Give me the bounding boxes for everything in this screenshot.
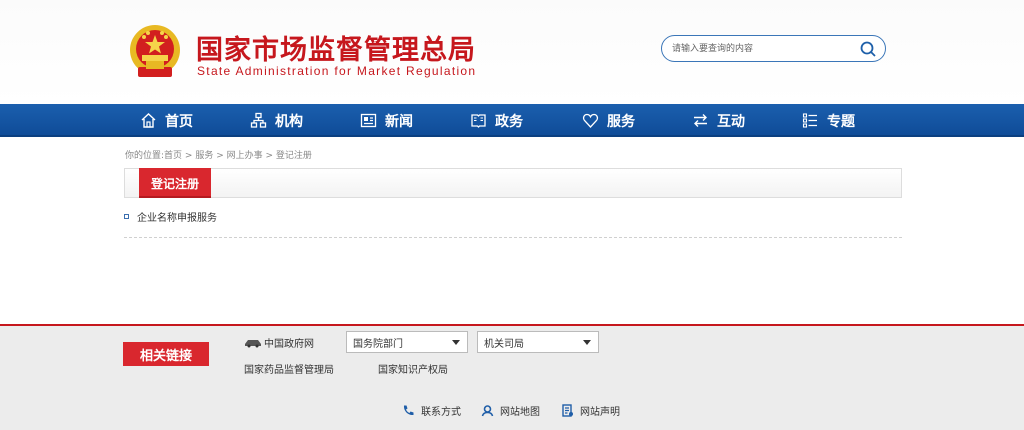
site-title[interactable]: 国家市场监督管理总局: [196, 28, 476, 67]
nav-item-government-affairs[interactable]: 政务: [470, 104, 523, 137]
nav-label: 专题: [827, 113, 855, 130]
search-box: [661, 35, 886, 62]
section-tab[interactable]: 登记注册: [139, 168, 211, 198]
statement-label: 网站声明: [580, 407, 620, 418]
nav-label: 首页: [165, 113, 193, 130]
list-icon: [802, 113, 817, 128]
chevron-down-icon: [583, 340, 591, 345]
bullet-icon: [124, 214, 129, 219]
nav-label: 政务: [495, 113, 523, 130]
sitemap-link[interactable]: 网站地图: [481, 403, 540, 418]
list-item-label: 企业名称申报服务: [137, 213, 217, 224]
exchange-icon: [694, 114, 707, 127]
sitemap-label: 网站地图: [500, 407, 540, 418]
search-input[interactable]: [672, 40, 852, 58]
breadcrumb-separator: >: [182, 151, 196, 161]
map-pin-icon: [481, 405, 494, 417]
breadcrumb: 你的位置:首页 > 服务 > 网上办事 > 登记注册: [125, 148, 312, 161]
nav-label: 新闻: [385, 113, 413, 130]
state-council-select[interactable]: 国务院部门: [346, 331, 468, 353]
breadcrumb-item-services[interactable]: 服务: [195, 151, 213, 161]
phone-icon: [403, 405, 414, 416]
nav-item-organization[interactable]: 机构: [250, 104, 303, 137]
gov-portal-link[interactable]: 中国政府网: [244, 335, 314, 350]
main-nav: 首页 机构 新闻 政务 服务 互动 专题: [0, 104, 1024, 137]
select-value: 国务院部门: [353, 338, 403, 350]
nav-label: 机构: [275, 113, 303, 130]
department-select[interactable]: 机关司局: [477, 331, 599, 353]
breadcrumb-item-registration[interactable]: 登记注册: [276, 151, 312, 161]
site-title-english: State Administration for Market Regulati…: [197, 64, 477, 78]
link-cnipa[interactable]: 国家知识产权局: [378, 361, 448, 376]
national-emblem-icon[interactable]: [128, 23, 182, 81]
contact-link[interactable]: 联系方式: [402, 403, 461, 418]
breadcrumb-separator: >: [213, 151, 227, 161]
nav-item-topics[interactable]: 专题: [802, 104, 855, 137]
list-item[interactable]: 企业名称申报服务: [124, 209, 217, 224]
nav-item-interaction[interactable]: 互动: [692, 104, 745, 137]
site-header: 国家市场监督管理总局 State Administration for Mark…: [0, 0, 1024, 104]
document-icon: [562, 404, 573, 417]
breadcrumb-item-home[interactable]: 首页: [164, 151, 182, 161]
select-value: 机关司局: [484, 338, 524, 350]
gov-logo-icon: [245, 339, 261, 347]
gov-link-label: 中国政府网: [264, 339, 314, 350]
nav-item-home[interactable]: 首页: [140, 104, 193, 137]
breadcrumb-prefix: 你的位置:: [125, 151, 165, 161]
nav-item-services[interactable]: 服务: [582, 104, 635, 137]
book-icon: [471, 114, 486, 128]
breadcrumb-item-online[interactable]: 网上办事: [227, 151, 263, 161]
home-icon: [141, 113, 156, 128]
news-icon: [360, 113, 377, 128]
divider: [124, 237, 902, 238]
nav-item-news[interactable]: 新闻: [360, 104, 413, 137]
heart-icon: [582, 113, 599, 128]
nav-label: 服务: [607, 113, 635, 130]
related-links-label: 相关链接: [123, 342, 209, 366]
breadcrumb-separator: >: [262, 151, 276, 161]
statement-link[interactable]: 网站声明: [561, 403, 620, 418]
nav-label: 互动: [717, 113, 745, 130]
chevron-down-icon: [452, 340, 460, 345]
section-header: 登记注册: [124, 168, 902, 198]
search-icon[interactable]: [859, 40, 877, 58]
link-nmpa[interactable]: 国家药品监督管理局: [244, 361, 334, 376]
org-chart-icon: [250, 112, 267, 128]
contact-label: 联系方式: [421, 407, 461, 418]
